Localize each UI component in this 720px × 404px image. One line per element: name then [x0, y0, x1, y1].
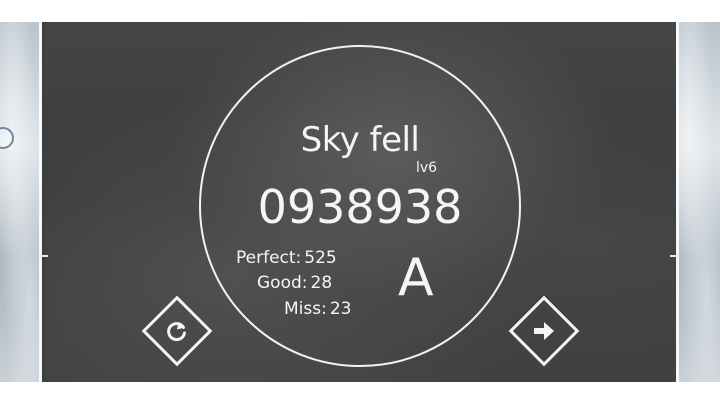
stat-miss-value: 23: [329, 299, 352, 319]
stat-perfect-value: 525: [304, 248, 337, 268]
arrow-right-icon: [522, 309, 566, 353]
right-rail: [676, 22, 679, 382]
song-title: Sky fell: [300, 120, 420, 160]
stat-miss: Miss: 23: [284, 299, 351, 319]
right-tick: [670, 255, 676, 257]
grade-badge: A: [398, 248, 434, 308]
left-tick: [42, 255, 48, 257]
score-value: 0938938: [257, 180, 463, 234]
circle-marker-icon: [0, 127, 14, 149]
right-background-panel: [676, 22, 720, 382]
stat-good: Good: 28: [257, 273, 332, 293]
left-rail: [39, 22, 42, 382]
retry-icon: [155, 309, 199, 353]
stat-perfect: Perfect: 525: [236, 248, 337, 268]
stat-miss-label: Miss:: [284, 299, 327, 319]
stat-good-label: Good:: [257, 273, 308, 293]
stat-perfect-label: Perfect:: [236, 248, 302, 268]
song-level: lv6: [416, 160, 438, 176]
stat-good-value: 28: [310, 273, 333, 293]
left-background-panel: [0, 22, 42, 382]
